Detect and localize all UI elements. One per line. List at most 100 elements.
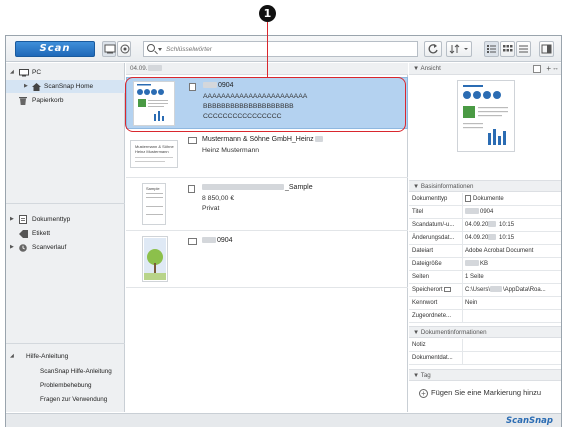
section-title: Dokumentinformationen (420, 329, 487, 336)
divider (6, 343, 125, 344)
tree-item-pc[interactable]: ◢ PC (6, 66, 125, 79)
photo-file-icon (188, 238, 197, 245)
property-row: Dateiart Adobe Acrobat Document (409, 245, 561, 258)
fit-to-window-icon[interactable] (533, 65, 541, 73)
property-value: 04.09.20 10:15 (465, 234, 515, 241)
detail-view-button[interactable] (516, 41, 531, 57)
resize-icon[interactable]: ↔ (552, 64, 559, 74)
cloud-icon (120, 44, 130, 54)
document-info-section-header[interactable]: ▼ Dokumentinformationen (409, 326, 561, 338)
collapse-triangle-icon: ▼ (413, 372, 421, 379)
toolbar: Scan (6, 36, 561, 62)
property-value: 0904 (465, 206, 559, 219)
zoom-icon[interactable]: + (546, 64, 551, 74)
document-subtitle: Heinz Mustermann (202, 147, 260, 154)
property-row[interactable]: Titel 0904 (409, 206, 561, 219)
list-view-button[interactable] (484, 41, 499, 57)
home-icon (32, 83, 41, 91)
tree-item-scansnap-home[interactable]: ▶ ScanSnap Home (6, 80, 125, 93)
details-pane: ▼ Ansicht + ↔ ▼ Basisinformationen Dokum… (409, 63, 561, 412)
help-link-guide[interactable]: ScanSnap Hilfe-Anleitung (40, 368, 112, 375)
collapse-triangle-icon: ▼ (413, 329, 421, 336)
filter-label: Etikett (32, 230, 51, 237)
property-key: Dateigröße (412, 261, 442, 267)
document-title: _Sample (202, 184, 313, 191)
scanner-icon (104, 44, 116, 54)
property-row[interactable]: Dokumenttyp Dokumente (409, 193, 561, 206)
property-row[interactable]: Notiz (409, 339, 561, 352)
tag-section-header[interactable]: ▼ Tag (409, 369, 561, 381)
toggle-pane-button[interactable] (539, 41, 554, 57)
redacted-text (202, 184, 284, 191)
document-title: 0904 (202, 237, 233, 244)
tag-icon (19, 230, 28, 238)
search-dropdown-icon[interactable] (158, 48, 162, 51)
property-value: Nein (465, 300, 478, 306)
filter-label: Dokumenttyp (32, 216, 71, 223)
search-input[interactable] (166, 43, 411, 55)
property-row[interactable]: Dokumentdat... (409, 352, 561, 365)
property-row: Seiten 1 Seite (409, 271, 561, 284)
monitor-icon (19, 69, 29, 77)
tree-item-trash[interactable]: Papierkorb (6, 94, 125, 107)
collapse-triangle-icon: ▼ (413, 65, 421, 72)
property-key: Seiten (412, 274, 430, 280)
document-title: Mustermann & Söhne GmbH_Heinz (202, 136, 324, 143)
document-row[interactable]: Mustermann & Söhne Heinz Mustermann Must… (126, 130, 408, 178)
help-link-troubleshooting[interactable]: Problembehebung (40, 382, 91, 389)
scansnap-logo: ScanSnap (506, 416, 553, 426)
property-key: Notiz (412, 342, 426, 348)
property-row[interactable]: Zugeordnete... (409, 310, 561, 323)
section-title: Ansicht (420, 65, 441, 72)
document-row[interactable]: 0904 (126, 232, 408, 288)
document-type-icon (465, 194, 471, 202)
expand-arrow-icon[interactable]: ▶ (24, 80, 28, 93)
scan-button[interactable]: Scan (15, 41, 95, 57)
redacted-text (465, 260, 479, 267)
document-row[interactable]: Sample _Sample 8 850,00 € Privat (126, 179, 408, 231)
folder-icon[interactable] (444, 286, 452, 292)
property-row: Dateigröße KB (409, 258, 561, 271)
thumbnail-line (146, 206, 163, 207)
collapse-arrow-icon[interactable]: ◢ (10, 66, 14, 79)
thumbnail-line (146, 214, 163, 215)
help-guide-header[interactable]: ◢ Hilfe-Anleitung (6, 350, 125, 363)
redacted-text (465, 208, 479, 215)
view-mode-cloud-button[interactable] (117, 41, 131, 57)
filter-tag[interactable]: Etikett (6, 227, 125, 240)
thumbnail-line (146, 197, 163, 198)
document-preview (457, 80, 515, 152)
expand-arrow-icon[interactable]: ▶ (10, 213, 14, 226)
add-tag-button[interactable]: + Fügen Sie eine Markierung hinzu (419, 388, 541, 398)
business-card-icon (188, 137, 197, 144)
refresh-icon (428, 44, 438, 54)
document-thumbnail (142, 236, 168, 282)
section-title: Basisinformationen (420, 183, 474, 190)
add-circle-icon: + (419, 388, 428, 398)
view-section-header[interactable]: ▼ Ansicht + ↔ (409, 63, 561, 75)
property-row: Scandatum/-u... 04.09.20 10:15 (409, 219, 561, 232)
thumbnail-text: Heinz Mustermann (135, 149, 169, 154)
sort-button[interactable] (446, 41, 472, 57)
tree-item-label: PC (32, 69, 42, 76)
grid-view-button[interactable] (500, 41, 515, 57)
property-row[interactable]: Speicherort C:\Users\ \AppData\Roa... (409, 284, 561, 297)
basic-info-section-header[interactable]: ▼ Basisinformationen (409, 180, 561, 192)
refresh-button[interactable] (424, 41, 442, 57)
thumbnail-line (135, 157, 173, 158)
expand-arrow-icon[interactable]: ▶ (10, 241, 14, 254)
property-key: Änderungsdat... (412, 235, 455, 241)
view-mode-scanner-button[interactable] (102, 41, 116, 57)
filter-scan-history[interactable]: ▶ Scanverlauf (6, 241, 125, 254)
search-icon (147, 44, 155, 52)
group-date-label: 04.09. (130, 65, 148, 72)
property-key: Kennwort (412, 300, 438, 306)
filter-document-type[interactable]: ▶ Dokumenttyp (6, 213, 125, 226)
redacted-text (488, 234, 497, 241)
collapse-arrow-icon[interactable]: ◢ (10, 350, 14, 363)
detail-view-icon (519, 45, 528, 53)
help-link-faq[interactable]: Fragen zur Verwendung (40, 396, 107, 403)
trash-icon (19, 97, 27, 105)
filter-label: Scanverlauf (32, 244, 67, 251)
search-box[interactable] (143, 41, 418, 57)
